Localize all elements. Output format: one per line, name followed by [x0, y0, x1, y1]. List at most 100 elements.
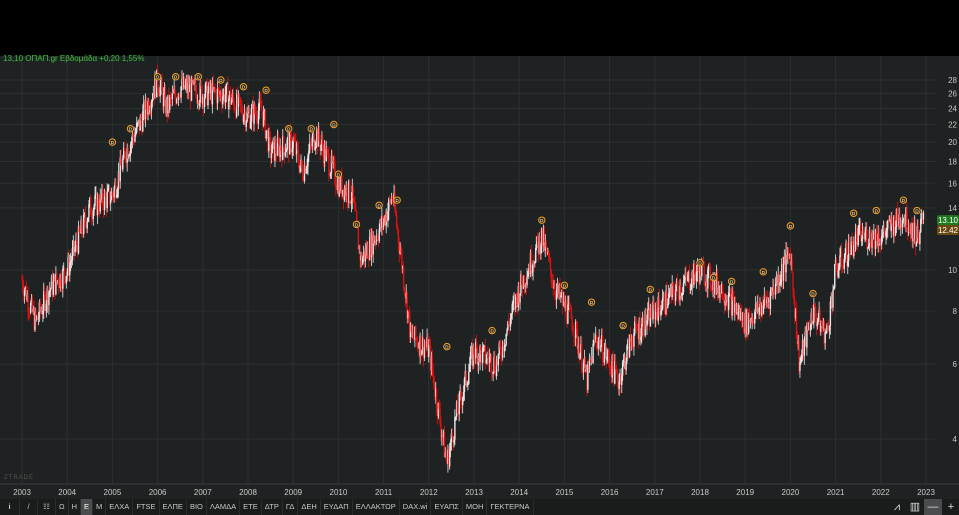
symbol-button[interactable]: ΕΛΛΑΚΤΩΡ [353, 499, 400, 515]
candle-body [352, 185, 354, 200]
symbol-button[interactable]: DAX.wi [400, 499, 432, 515]
candle-body [682, 282, 685, 293]
candle-body [250, 108, 253, 122]
last-price-tag-text: 13.10 [938, 216, 959, 225]
symbol-button[interactable]: ΔΤΡ [262, 499, 283, 515]
symbol-button[interactable]: ΓΕΚΤΕΡΝΑ [487, 499, 534, 515]
candle-body [261, 108, 263, 112]
symbol-button[interactable]: ΛΑΜΔΑ [207, 499, 241, 515]
y-tick-label: 28 [948, 76, 957, 85]
info-button[interactable]: i [0, 499, 20, 515]
candle-body [536, 236, 539, 242]
candle-body [349, 180, 351, 202]
candle-body [592, 344, 594, 364]
x-tick-label: 2003 [13, 488, 31, 497]
candle-body [526, 276, 528, 286]
x-tick-label: 2016 [601, 488, 619, 497]
symbol-button[interactable]: FTSE [133, 499, 160, 515]
candle-body [468, 372, 470, 384]
candle-body [549, 258, 552, 271]
symbol-button[interactable]: ΒΙΟ [187, 499, 207, 515]
x-tick-label: 2023 [917, 488, 935, 497]
candle-body [63, 268, 66, 277]
candle-body [742, 313, 745, 330]
x-tick-label: 2021 [827, 488, 845, 497]
candle-body [225, 83, 227, 95]
x-tick-label: 2020 [782, 488, 800, 497]
symbol-button[interactable]: ΕΥΑΠΣ [431, 499, 463, 515]
x-tick-label: 2018 [691, 488, 709, 497]
symbol-button[interactable]: ΕΥΔΑΠ [321, 499, 353, 515]
candle-body [415, 326, 417, 339]
symbol-button[interactable]: ΕΤΕ [240, 499, 262, 515]
candle-body [284, 152, 287, 157]
symbol-button[interactable]: ΕΛΧΑ [106, 499, 134, 515]
x-tick-label: 2010 [330, 488, 348, 497]
candle-body [840, 250, 843, 267]
y-tick-label: 6 [953, 360, 958, 369]
candle-body [432, 370, 434, 377]
symbol-button[interactable]: ΜΟΗ [463, 499, 488, 515]
candle-body [674, 290, 677, 301]
x-tick-label: 2013 [465, 488, 483, 497]
candle-body [122, 158, 124, 170]
y-tick-label: 8 [953, 307, 958, 316]
x-tick-label: 2004 [58, 488, 76, 497]
candle-body [545, 242, 547, 248]
x-tick-label: 2019 [736, 488, 754, 497]
bar-chart-icon[interactable]: ▥ [906, 499, 924, 515]
x-tick-label: 2015 [556, 488, 574, 497]
chart-canvas[interactable]: 2003 2004 2005 2006 2007 2008 2009 2010 2011 2012… [0, 56, 959, 499]
symbol-button[interactable]: ΔΕΗ [298, 499, 321, 515]
symbol-button[interactable]: Ε [81, 499, 94, 515]
candle-body [663, 293, 666, 312]
candle-body [346, 186, 348, 202]
candle-body [203, 97, 206, 107]
x-tick-label: 2011 [375, 488, 393, 497]
candle-body [647, 308, 649, 321]
candle-body [62, 268, 64, 289]
x-tick-label: 2009 [284, 488, 302, 497]
y-tick-label: 14 [948, 204, 957, 213]
y-tick-label: 24 [948, 104, 957, 113]
candle-body [581, 344, 583, 372]
candle-body [573, 331, 575, 338]
candle-body [832, 289, 834, 308]
draw-line-button[interactable]: / [20, 499, 38, 515]
candle-body [839, 255, 841, 268]
x-tick-label: 2007 [194, 488, 212, 497]
symbol-button[interactable]: ΕΛΠΕ [160, 499, 187, 515]
candle-body [171, 92, 174, 100]
candle-body [113, 187, 115, 198]
symbol-button[interactable]: Μ [93, 499, 107, 515]
candle-body [282, 136, 285, 147]
zoom-out-button[interactable]: — [924, 499, 942, 515]
candle-body [824, 332, 826, 344]
y-tick-label: 20 [948, 138, 957, 147]
candle-body [866, 230, 868, 248]
y-tick-label: 18 [948, 158, 957, 167]
symbol-button[interactable]: ΓΔ [283, 499, 299, 515]
y-tick-label: 16 [948, 179, 957, 188]
candle-body [834, 264, 836, 288]
y-tick-label: 10 [948, 266, 957, 275]
candle-body [207, 91, 209, 106]
candle-body [782, 263, 785, 281]
candle-body [791, 261, 793, 274]
symbol-button[interactable]: Η [69, 499, 82, 515]
line-chart-icon[interactable]: ⩘ [888, 499, 906, 515]
price-chart[interactable]: 2003 2004 2005 2006 2007 2008 2009 2010 2011 2012… [0, 56, 959, 499]
candle-body [642, 318, 645, 335]
symbol-button[interactable]: Ω [56, 499, 69, 515]
symbol-shortcuts: Ω Η Ε Μ ΕΛΧΑ FTSE ΕΛΠΕ ΒΙΟ ΛΑΜΔΑ ΕΤΕ ΔΤΡ ΓΔ ΔΕΗ ΕΥΔΑΠ… [56, 499, 534, 515]
grid-button[interactable]: ☷ [38, 499, 56, 515]
prev-price-tag-text: 12.42 [938, 226, 959, 235]
zoom-in-button[interactable]: + [942, 499, 959, 515]
candle-body [612, 355, 614, 369]
candle-body [402, 267, 405, 288]
candle-body [270, 153, 273, 159]
candle-body [106, 191, 108, 209]
bottom-toolbar: i / ☷ Ω Η Ε Μ ΕΛΧΑ FTSE ΕΛΠΕ ΒΙΟ ΛΑΜΔΑ ΕΤΕ ΔΤΡ ΓΔ ΔΕ… [0, 499, 959, 515]
y-tick-label: 22 [948, 121, 957, 130]
candle-body [52, 280, 54, 296]
